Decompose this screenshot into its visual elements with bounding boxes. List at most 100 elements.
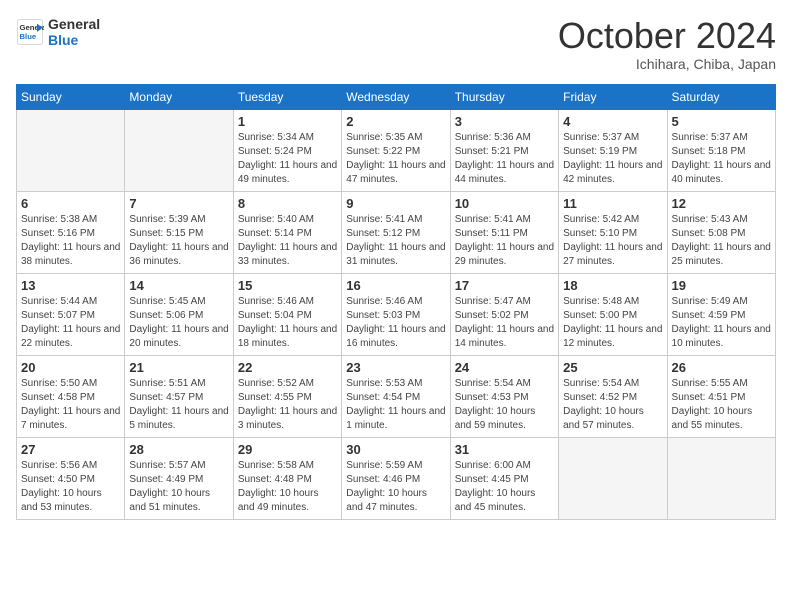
day-number: 4 (563, 114, 662, 129)
calendar-cell: 3 Sunrise: 5:36 AM Sunset: 5:21 PM Daylig… (450, 109, 558, 191)
day-info: Sunrise: 5:43 AM Sunset: 5:08 PM Dayligh… (672, 213, 771, 269)
day-number: 15 (238, 278, 337, 293)
day-info: Sunrise: 5:49 AM Sunset: 4:59 PM Dayligh… (672, 295, 771, 351)
calendar-cell: 9Sunrise: 5:41 AM Sunset: 5:12 PM Daylig… (342, 191, 450, 273)
calendar-cell: 14 Sunrise: 5:45 AM Sunset: 5:06 PM Dayli… (125, 273, 233, 355)
day-info: Sunrise: 5:47 AM Sunset: 5:02 PM Dayligh… (455, 295, 554, 351)
day-number: 21 (129, 360, 228, 375)
calendar-cell: 28 Sunrise: 5:57 AM Sunset: 4:49 PM Dayli… (125, 437, 233, 519)
day-info: Sunrise: 5:57 AM Sunset: 4:49 PM Dayligh… (129, 459, 228, 515)
calendar-cell: 17 Sunrise: 5:47 AM Sunset: 5:02 PM Dayli… (450, 273, 558, 355)
calendar-table: SundayMondayTuesdayWednesdayThursdayFrid… (16, 84, 776, 520)
calendar-cell: 19 Sunrise: 5:49 AM Sunset: 4:59 PM Dayli… (667, 273, 775, 355)
day-number: 29 (238, 442, 337, 457)
calendar-cell: 18 Sunrise: 5:48 AM Sunset: 5:00 PM Dayli… (559, 273, 667, 355)
day-info: Sunrise: 5:59 AM Sunset: 4:46 PM Dayligh… (346, 459, 445, 515)
day-info: Sunrise: 5:53 AM Sunset: 4:54 PM Dayligh… (346, 377, 445, 433)
calendar-cell (125, 109, 233, 191)
day-info: Sunrise: 5:37 AM Sunset: 5:18 PM Dayligh… (672, 131, 771, 187)
day-info: Sunrise: 5:52 AM Sunset: 4:55 PM Dayligh… (238, 377, 337, 433)
calendar-cell: 6Sunrise: 5:38 AM Sunset: 5:16 PM Daylig… (17, 191, 125, 273)
weekday-header: Wednesday (342, 84, 450, 109)
day-info: Sunrise: 5:58 AM Sunset: 4:48 PM Dayligh… (238, 459, 337, 515)
calendar-week-row: 13Sunrise: 5:44 AM Sunset: 5:07 PM Dayli… (17, 273, 776, 355)
day-number: 5 (672, 114, 771, 129)
day-info: Sunrise: 5:37 AM Sunset: 5:19 PM Dayligh… (563, 131, 662, 187)
day-number: 14 (129, 278, 228, 293)
calendar-cell (17, 109, 125, 191)
calendar-cell: 30Sunrise: 5:59 AM Sunset: 4:46 PM Dayli… (342, 437, 450, 519)
day-info: Sunrise: 5:39 AM Sunset: 5:15 PM Dayligh… (129, 213, 228, 269)
day-number: 1 (238, 114, 337, 129)
day-number: 18 (563, 278, 662, 293)
weekday-header: Sunday (17, 84, 125, 109)
day-number: 31 (455, 442, 554, 457)
calendar-cell: 23 Sunrise: 5:53 AM Sunset: 4:54 PM Dayli… (342, 355, 450, 437)
day-info: Sunrise: 5:54 AM Sunset: 4:53 PM Dayligh… (455, 377, 554, 433)
calendar-week-row: 6Sunrise: 5:38 AM Sunset: 5:16 PM Daylig… (17, 191, 776, 273)
day-number: 12 (672, 196, 771, 211)
calendar-cell: 10Sunrise: 5:41 AM Sunset: 5:11 PM Dayli… (450, 191, 558, 273)
weekday-header-row: SundayMondayTuesdayWednesdayThursdayFrid… (17, 84, 776, 109)
day-number: 6 (21, 196, 120, 211)
day-info: Sunrise: 5:48 AM Sunset: 5:00 PM Dayligh… (563, 295, 662, 351)
calendar-cell: 20 Sunrise: 5:50 AM Sunset: 4:58 PM Dayli… (17, 355, 125, 437)
calendar-cell: 8 Sunrise: 5:40 AM Sunset: 5:14 PM Daylig… (233, 191, 341, 273)
day-info: Sunrise: 5:50 AM Sunset: 4:58 PM Dayligh… (21, 377, 120, 433)
calendar-week-row: 20 Sunrise: 5:50 AM Sunset: 4:58 PM Dayli… (17, 355, 776, 437)
calendar-cell: 31 Sunrise: 6:00 AM Sunset: 4:45 PM Dayli… (450, 437, 558, 519)
day-number: 10 (455, 196, 554, 211)
day-number: 17 (455, 278, 554, 293)
day-info: Sunrise: 5:41 AM Sunset: 5:12 PM Dayligh… (346, 213, 445, 269)
title-block: October 2024 Ichihara, Chiba, Japan (558, 16, 776, 72)
calendar-cell: 4 Sunrise: 5:37 AM Sunset: 5:19 PM Daylig… (559, 109, 667, 191)
calendar-cell: 22 Sunrise: 5:52 AM Sunset: 4:55 PM Dayli… (233, 355, 341, 437)
logo-text-general: General (48, 16, 100, 32)
day-number: 20 (21, 360, 120, 375)
calendar-cell: 29 Sunrise: 5:58 AM Sunset: 4:48 PM Dayli… (233, 437, 341, 519)
calendar-week-row: 1Sunrise: 5:34 AM Sunset: 5:24 PM Daylig… (17, 109, 776, 191)
calendar-cell: 24 Sunrise: 5:54 AM Sunset: 4:53 PM Dayli… (450, 355, 558, 437)
day-info: Sunrise: 5:55 AM Sunset: 4:51 PM Dayligh… (672, 377, 771, 433)
day-number: 26 (672, 360, 771, 375)
day-info: Sunrise: 5:35 AM Sunset: 5:22 PM Dayligh… (346, 131, 445, 187)
calendar-cell: 15 Sunrise: 5:46 AM Sunset: 5:04 PM Dayli… (233, 273, 341, 355)
day-info: Sunrise: 6:00 AM Sunset: 4:45 PM Dayligh… (455, 459, 554, 515)
calendar-cell: 13Sunrise: 5:44 AM Sunset: 5:07 PM Dayli… (17, 273, 125, 355)
day-info: Sunrise: 5:51 AM Sunset: 4:57 PM Dayligh… (129, 377, 228, 433)
day-number: 11 (563, 196, 662, 211)
day-number: 28 (129, 442, 228, 457)
logo-icon: General Blue (16, 18, 44, 46)
calendar-week-row: 27 Sunrise: 5:56 AM Sunset: 4:50 PM Dayli… (17, 437, 776, 519)
weekday-header: Monday (125, 84, 233, 109)
day-info: Sunrise: 5:56 AM Sunset: 4:50 PM Dayligh… (21, 459, 120, 515)
logo-text-blue: Blue (48, 32, 100, 48)
day-number: 3 (455, 114, 554, 129)
calendar-cell: 26 Sunrise: 5:55 AM Sunset: 4:51 PM Dayli… (667, 355, 775, 437)
weekday-header: Friday (559, 84, 667, 109)
day-number: 22 (238, 360, 337, 375)
day-info: Sunrise: 5:36 AM Sunset: 5:21 PM Dayligh… (455, 131, 554, 187)
day-number: 8 (238, 196, 337, 211)
calendar-cell: 7Sunrise: 5:39 AM Sunset: 5:15 PM Daylig… (125, 191, 233, 273)
day-number: 24 (455, 360, 554, 375)
day-number: 2 (346, 114, 445, 129)
day-info: Sunrise: 5:40 AM Sunset: 5:14 PM Dayligh… (238, 213, 337, 269)
calendar-cell: 1Sunrise: 5:34 AM Sunset: 5:24 PM Daylig… (233, 109, 341, 191)
day-info: Sunrise: 5:45 AM Sunset: 5:06 PM Dayligh… (129, 295, 228, 351)
calendar-cell: 5 Sunrise: 5:37 AM Sunset: 5:18 PM Daylig… (667, 109, 775, 191)
day-number: 19 (672, 278, 771, 293)
day-number: 13 (21, 278, 120, 293)
calendar-cell: 25Sunrise: 5:54 AM Sunset: 4:52 PM Dayli… (559, 355, 667, 437)
day-number: 27 (21, 442, 120, 457)
day-number: 23 (346, 360, 445, 375)
calendar-cell (559, 437, 667, 519)
svg-text:Blue: Blue (20, 32, 37, 41)
calendar-cell: 21 Sunrise: 5:51 AM Sunset: 4:57 PM Dayli… (125, 355, 233, 437)
calendar-cell (667, 437, 775, 519)
day-info: Sunrise: 5:54 AM Sunset: 4:52 PM Dayligh… (563, 377, 662, 433)
calendar-cell: 2 Sunrise: 5:35 AM Sunset: 5:22 PM Daylig… (342, 109, 450, 191)
calendar-cell: 11Sunrise: 5:42 AM Sunset: 5:10 PM Dayli… (559, 191, 667, 273)
month-title: October 2024 (558, 16, 776, 56)
day-info: Sunrise: 5:46 AM Sunset: 5:04 PM Dayligh… (238, 295, 337, 351)
